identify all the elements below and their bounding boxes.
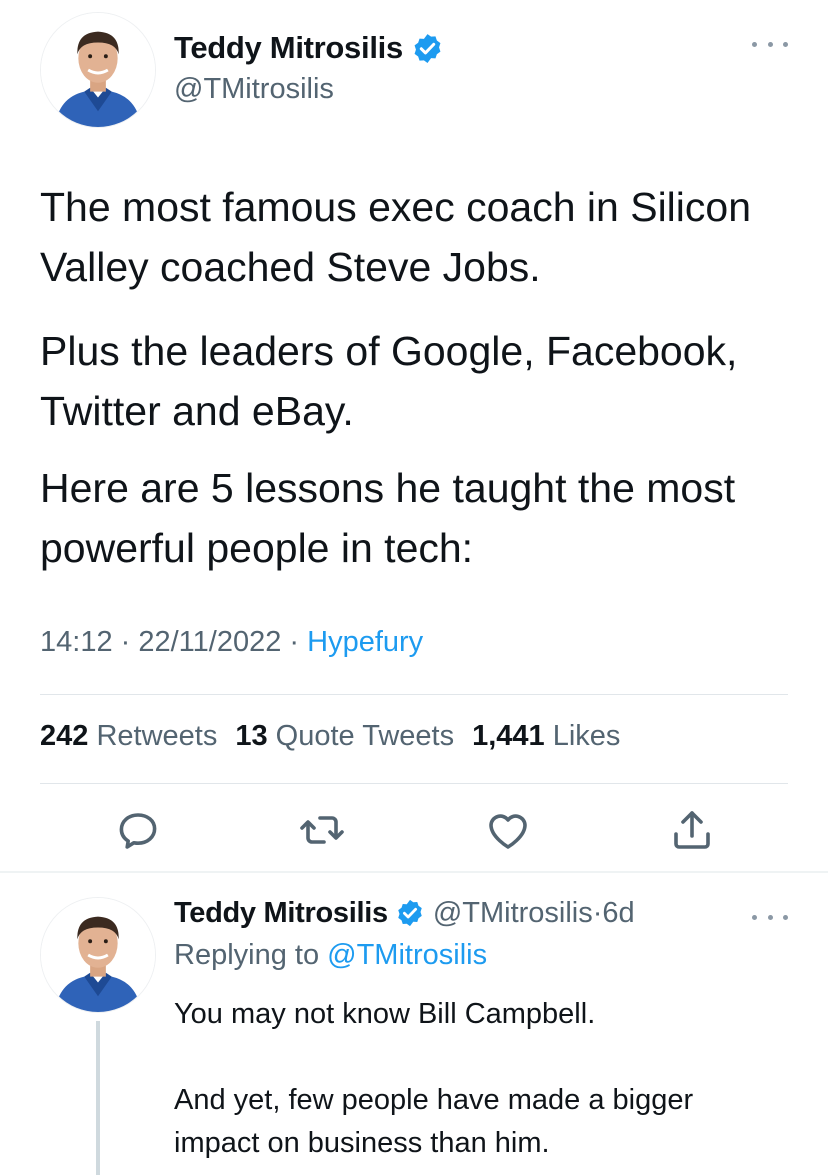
like-icon[interactable] [484,806,532,854]
replying-prefix: Replying to [174,939,328,971]
author-name[interactable]: Teddy Mitrosilis [174,30,403,66]
reply-age[interactable]: 6d [602,897,634,930]
tweet-paragraph-3: Here are 5 lessons he taught the most po… [40,465,736,571]
reply-tweet[interactable]: Teddy Mitrosilis @TMitrosilis · 6d Reply… [0,873,828,1175]
meta-separator: · [592,896,603,929]
meta-separator: · [112,626,139,658]
tweet-paragraph-2: Plus the leaders of Google, Facebook, Tw… [40,328,738,434]
retweets-count: 242 [40,720,89,752]
reply-header: Teddy Mitrosilis @TMitrosilis · 6d [174,893,635,933]
thread-line [96,1021,100,1175]
author-name-row: Teddy Mitrosilis [174,28,444,68]
tweet-date[interactable]: 22/11/2022 [138,626,281,658]
tweet-source-link[interactable]: Hypefury [307,626,423,658]
quote-tweets-label: Quote Tweets [275,720,455,752]
tweet-time[interactable]: 14:12 [40,626,113,658]
verified-badge-icon [411,32,444,65]
reply-text-line: impact on business than him. [174,1127,550,1159]
author-avatar[interactable] [40,12,156,128]
retweets-stat[interactable]: 242 Retweets [40,720,217,753]
reply-author-avatar[interactable] [40,897,156,1013]
profile-photo [41,898,155,1012]
reply-author-handle[interactable]: @TMitrosilis [433,897,593,930]
verified-badge-icon [395,898,425,928]
reply-text-blank-line [174,1036,794,1079]
meta-separator: · [281,626,308,658]
main-tweet: Teddy Mitrosilis @TMitrosilis The most f… [0,0,828,872]
reply-text-line: You may not know Bill Campbell. [174,998,596,1030]
reply-text-line: And yet, few people have made a bigger [174,1084,694,1116]
tweet-meta: 14:12 · 22/11/2022 · Hypefury [40,626,423,659]
tweet-paragraph-1: The most famous exec coach in Silicon Va… [40,184,751,290]
profile-photo [41,13,155,127]
retweet-icon[interactable] [298,806,346,854]
reply-text: You may not know Bill Campbell. And yet,… [174,993,794,1165]
replying-to-handle-link[interactable]: @TMitrosilis [327,939,487,971]
more-options-icon[interactable] [752,34,788,54]
quote-tweets-count: 13 [235,720,268,752]
reply-icon[interactable] [114,806,162,854]
divider [40,783,788,784]
share-icon[interactable] [668,806,716,854]
likes-count: 1,441 [472,720,545,752]
author-handle[interactable]: @TMitrosilis [174,73,334,106]
replying-to: Replying to @TMitrosilis [174,939,487,972]
tweet-stats: 242 Retweets 13 Quote Tweets 1,441 Likes [40,720,638,753]
divider [40,694,788,695]
retweets-label: Retweets [96,720,218,752]
more-options-icon[interactable] [752,907,788,927]
likes-stat[interactable]: 1,441 Likes [472,720,620,753]
reply-author-name[interactable]: Teddy Mitrosilis [174,897,388,930]
likes-label: Likes [552,720,621,752]
quote-tweets-stat[interactable]: 13 Quote Tweets [235,720,454,753]
